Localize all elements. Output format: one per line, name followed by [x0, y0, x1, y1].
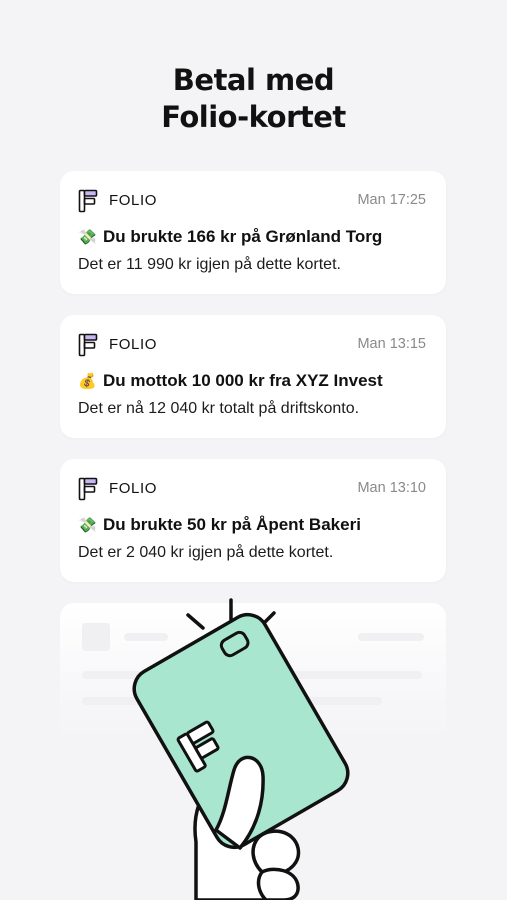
placeholder-line — [82, 697, 382, 705]
notification-app-name: FOLIO — [109, 480, 158, 497]
money-bag-icon: 💰 — [78, 372, 97, 390]
notification-card-2[interactable]: FOLIO Man 13:15 💰 Du mottok 10 000 kr fra… — [60, 315, 446, 438]
notification-app-name: FOLIO — [109, 192, 158, 209]
placeholder-line — [82, 671, 422, 679]
hand-finger — [256, 867, 300, 900]
notification-card-3[interactable]: FOLIO Man 13:10 💸 Du brukte 50 kr på Åpen… — [60, 459, 446, 582]
notification-headline-text: Du mottok 10 000 kr fra XYZ Invest — [103, 371, 383, 390]
notification-time: Man 13:10 — [357, 480, 426, 496]
notification-time: Man 17:25 — [357, 192, 426, 208]
hand-thumb — [214, 755, 265, 850]
money-with-wings-icon: 💸 — [78, 228, 97, 246]
notification-headline: 💸 Du brukte 166 kr på Grønland Torg — [78, 227, 382, 247]
notification-headline: 💰 Du mottok 10 000 kr fra XYZ Invest — [78, 371, 383, 391]
folio-logo-icon — [78, 189, 98, 213]
placeholder-line — [358, 633, 424, 641]
money-with-wings-icon: 💸 — [78, 516, 97, 534]
page-title-line-1: Betal med — [172, 63, 335, 97]
notification-time: Man 13:15 — [357, 336, 426, 352]
notification-app-name: FOLIO — [109, 336, 158, 353]
page-title-line-2: Folio-kortet — [161, 100, 346, 134]
placeholder-line — [124, 633, 168, 641]
notification-placeholder — [60, 603, 446, 743]
notification-headline-text: Du brukte 166 kr på Grønland Torg — [103, 227, 383, 246]
hand-palm — [193, 776, 284, 900]
notification-body: Det er 2 040 kr igjen på dette kortet. — [78, 544, 334, 561]
notification-body: Det er nå 12 040 kr totalt på driftskont… — [78, 400, 360, 417]
notification-headline-text: Du brukte 50 kr på Åpent Bakeri — [103, 515, 361, 534]
placeholder-icon — [82, 623, 110, 651]
page-title: Betal med Folio-kortet — [0, 62, 507, 136]
hand-finger — [251, 829, 301, 876]
notification-card-1[interactable]: FOLIO Man 17:25 💸 Du brukte 166 kr på Grø… — [60, 171, 446, 294]
folio-logo-icon — [78, 477, 98, 501]
folio-logo-icon — [78, 333, 98, 357]
notification-headline: 💸 Du brukte 50 kr på Åpent Bakeri — [78, 515, 361, 535]
notification-body: Det er 11 990 kr igjen på dette kortet. — [78, 256, 341, 273]
